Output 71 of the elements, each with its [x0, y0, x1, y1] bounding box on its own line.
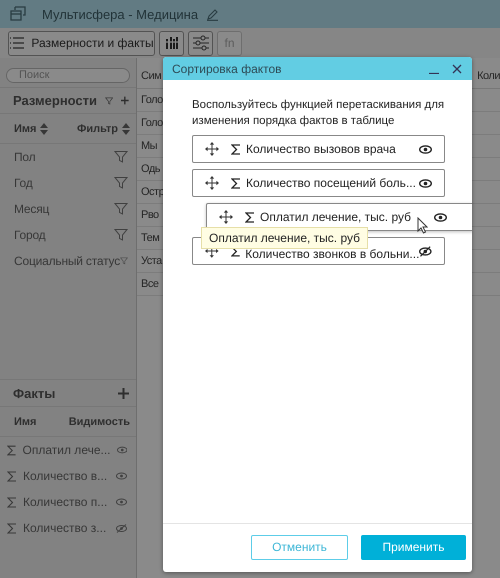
columns-icon — [164, 35, 180, 51]
instruction-text: Воспользуйтесь функцией перетаскивания для изменения порядка фактов в таблице — [192, 98, 446, 129]
plus-icon[interactable] — [121, 95, 129, 106]
list-icon — [9, 37, 26, 49]
move-icon[interactable] — [205, 176, 219, 190]
fact-name: Оплатил лечение, тыс. руб — [260, 210, 412, 224]
fact-name[interactable]: Количество в... — [23, 469, 110, 483]
filter-icon[interactable] — [114, 202, 128, 216]
fact-item[interactable]: Количество вызовов врача — [192, 135, 445, 163]
sum-icon — [7, 470, 17, 482]
column-header[interactable]: Имя — [14, 122, 36, 134]
settings-button[interactable] — [188, 30, 213, 56]
section-title: Размерности — [13, 93, 98, 108]
column-header: Видимость — [68, 416, 130, 428]
windows-icon — [10, 6, 26, 22]
hidden-eye-icon[interactable] — [419, 246, 432, 256]
table-cell: Все — [141, 278, 158, 290]
filter-icon[interactable] — [114, 228, 128, 242]
dimension-name[interactable]: Месяц — [14, 202, 114, 216]
sum-icon — [231, 144, 241, 154]
sum-icon — [7, 444, 17, 456]
fact-item[interactable]: Оплатил лечение, тыс. руб — [206, 203, 472, 231]
sum-icon — [245, 212, 255, 222]
columns-button[interactable] — [159, 30, 184, 56]
sum-icon — [7, 496, 17, 508]
fact-name: Количество посещений боль... — [246, 176, 417, 190]
sliders-icon — [192, 35, 210, 51]
fact-name: Количество звонков в больни... — [245, 246, 420, 261]
filter-icon[interactable] — [105, 94, 114, 106]
table-cell: Голо — [141, 117, 163, 129]
filter-icon[interactable] — [114, 150, 128, 164]
sum-icon — [231, 178, 241, 188]
dimension-name[interactable]: Социальный статус — [14, 254, 120, 268]
dimension-name[interactable]: Пол — [14, 150, 114, 164]
dimensions-facts-button[interactable]: Размерности и факты — [8, 30, 155, 56]
move-icon[interactable] — [219, 210, 233, 224]
table-cell: Уста — [141, 255, 162, 267]
dimension-name[interactable]: Год — [14, 176, 114, 190]
table-cell: Тем — [141, 232, 160, 244]
table-cell: Мы — [141, 140, 158, 152]
eye-icon[interactable] — [419, 144, 432, 154]
fact-item[interactable]: Количество посещений боль... — [192, 169, 445, 197]
column-header: Имя — [14, 416, 36, 428]
column-header[interactable]: Сим — [141, 70, 162, 82]
fact-name: Количество вызовов врача — [246, 142, 397, 156]
fact-name[interactable]: Количество п... — [23, 495, 110, 509]
sort-icon[interactable] — [40, 122, 48, 134]
fact-name[interactable]: Количество з... — [23, 521, 110, 535]
filter-icon[interactable] — [114, 176, 128, 190]
eye-icon[interactable] — [434, 212, 447, 222]
eye-icon[interactable] — [419, 178, 432, 188]
table-cell: Рво — [141, 209, 159, 221]
plus-icon[interactable] — [118, 388, 129, 398]
sum-icon — [7, 522, 17, 534]
sort-icon[interactable] — [122, 122, 130, 134]
close-icon[interactable] — [452, 64, 462, 74]
apply-button[interactable]: Применить — [361, 534, 466, 560]
section-title: Факты — [13, 386, 56, 400]
move-icon[interactable] — [205, 142, 219, 156]
fact-name[interactable]: Оплатил лече... — [22, 443, 111, 457]
column-header[interactable]: Коли — [477, 70, 500, 82]
dialog-title: Сортировка фактов — [172, 62, 283, 76]
cursor-icon — [417, 217, 428, 234]
app-title: Мультисфера - Медицина — [42, 6, 198, 22]
tooltip: Оплатил лечение, тыс. руб — [201, 227, 368, 249]
table-cell: Голо — [141, 94, 163, 106]
column-header[interactable]: Фильтр — [76, 122, 118, 134]
pencil-icon[interactable] — [206, 8, 220, 20]
cancel-button[interactable]: Отменить — [251, 534, 348, 560]
table-cell: Одь — [141, 163, 160, 175]
dimension-name[interactable]: Город — [14, 228, 114, 242]
